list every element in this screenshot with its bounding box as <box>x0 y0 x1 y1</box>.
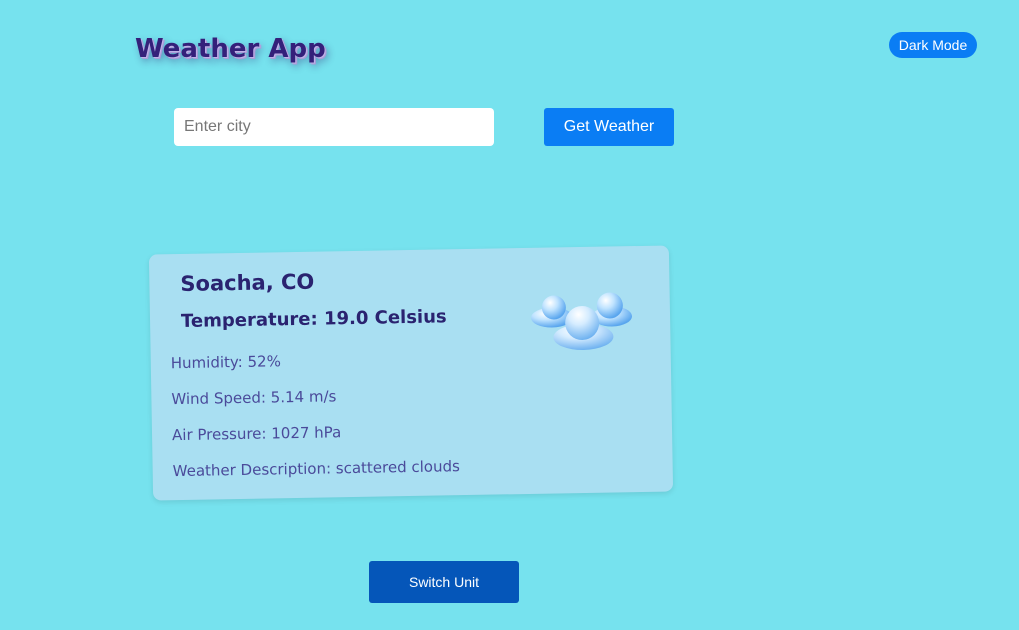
weather-description-text: Weather Description: scattered clouds <box>172 457 461 481</box>
scattered-clouds-icon <box>531 292 633 350</box>
get-weather-button[interactable]: Get Weather <box>544 108 674 146</box>
app-title: Weather App <box>135 34 326 64</box>
wind-speed-text: Wind Speed: 5.14 m/s <box>171 387 337 409</box>
switch-unit-button[interactable]: Switch Unit <box>369 561 519 603</box>
air-pressure-text: Air Pressure: 1027 hPa <box>171 423 342 445</box>
city-search-input[interactable] <box>174 108 494 146</box>
dark-mode-toggle-button[interactable]: Dark Mode <box>889 32 977 58</box>
humidity-text: Humidity: 52% <box>170 352 282 373</box>
weather-card: Soacha, CO Temperature: 19.0 Celsius Hum… <box>148 245 674 501</box>
city-name: Soacha, CO <box>180 269 315 297</box>
temperature-text: Temperature: 19.0 Celsius <box>180 306 447 333</box>
